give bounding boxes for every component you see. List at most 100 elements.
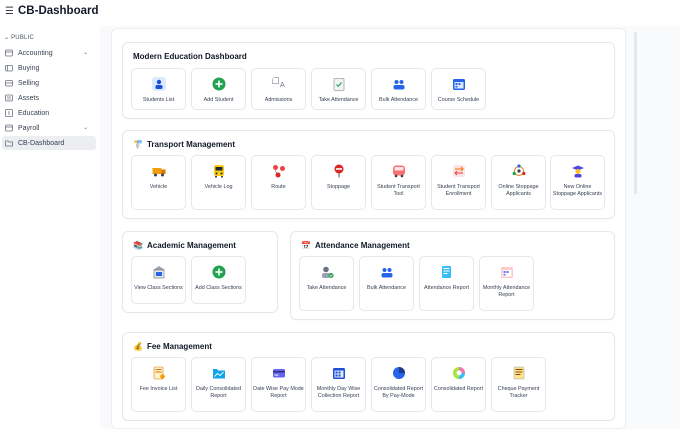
chevron-down-icon: ⌄ xyxy=(4,34,10,41)
section-title: Modern Education Dashboard xyxy=(133,52,247,61)
selling-icon xyxy=(5,80,13,87)
students-list-icon xyxy=(152,77,166,91)
tile-student-transport-tool[interactable]: Student Transport Tool xyxy=(371,155,426,210)
buying-icon xyxy=(5,65,13,72)
network-people-icon xyxy=(512,164,526,176)
tile-daily-consolidated-report[interactable]: Daily Consolidated Report xyxy=(191,357,246,412)
tile-add-student[interactable]: Add Student xyxy=(191,68,246,110)
sidebar-item-label: Assets xyxy=(18,94,40,102)
monthly-calendar-icon xyxy=(501,267,513,278)
tile-view-class-sections[interactable]: View Class Sections xyxy=(131,256,186,304)
sidebar-item-label: Education xyxy=(18,109,50,117)
tile-monthly-day-wise-collection-report[interactable]: Monthly Day Wise Collection Report xyxy=(311,357,366,412)
tile-label: Take Attendance xyxy=(306,285,347,291)
classroom-icon xyxy=(153,266,165,279)
tile-monthly-attendance-report[interactable]: Monthly Attendance Report xyxy=(479,256,534,311)
calendar-emoji-icon: 📅 xyxy=(301,241,311,250)
pie-chart-icon xyxy=(393,367,405,379)
tile-take-attendance[interactable]: Take Attendance xyxy=(311,68,366,110)
cheque-icon xyxy=(513,366,525,380)
tile-consolidated-report-by-pay-mode[interactable]: Consolidated Report By Pay-Mode xyxy=(371,357,426,412)
tile-label: Route xyxy=(271,184,286,190)
clipboard-check-icon xyxy=(333,78,345,91)
calendar-icon xyxy=(453,79,465,90)
tile-label: Monthly Day Wise Collection Report xyxy=(316,386,361,399)
group-icon xyxy=(393,80,405,90)
tile-label: Vehicle Log xyxy=(204,184,233,190)
tile-label: Fee Invoice List xyxy=(139,386,178,392)
scrollbar[interactable] xyxy=(634,32,637,194)
hamburger-icon[interactable]: ☰ xyxy=(5,6,14,17)
accounting-icon xyxy=(5,49,13,57)
tile-label: Stoppage xyxy=(326,184,351,190)
tile-label: Vehicle xyxy=(149,184,168,190)
tile-date-wise-pay-mode-report[interactable]: Date Wise Pay Mode Report xyxy=(251,357,306,412)
chevron-down-icon: ⌄ xyxy=(82,124,88,131)
tile-label: Daily Consolidated Report xyxy=(196,386,241,399)
tile-label: Students List xyxy=(142,97,175,103)
sidebar: ⌄ PUBLIC Accounting ⌄ Buying Selling Ass… xyxy=(0,26,100,429)
report-icon xyxy=(442,266,451,278)
tile-cheque-payment-tracker[interactable]: Cheque Payment Tracker xyxy=(491,357,546,412)
tile-label: Add Class Sections xyxy=(195,285,242,291)
route-icon xyxy=(273,165,285,178)
sidebar-item-label: Accounting xyxy=(18,49,53,57)
tile-label: Bulk Attendance xyxy=(367,285,406,291)
tile-label: Date Wise Pay Mode Report xyxy=(253,386,304,399)
assets-icon xyxy=(5,94,13,102)
tile-label: Student Transport Tool xyxy=(377,184,420,197)
sidebar-item-selling[interactable]: Selling xyxy=(2,76,96,90)
donut-chart-icon xyxy=(453,367,465,379)
fee-management-card: 💰 Fee Management Fee Invoice List Daily C… xyxy=(122,332,615,421)
education-icon xyxy=(5,109,13,117)
tile-vehicle-log[interactable]: Vehicle Log xyxy=(191,155,246,210)
tile-bulk-attendance-2[interactable]: Bulk Attendance xyxy=(359,256,414,311)
sidebar-item-buying[interactable]: Buying xyxy=(2,61,96,75)
user-check-icon xyxy=(322,266,334,278)
broken-image-icon: A xyxy=(272,77,285,89)
tile-online-stoppage-applicants[interactable]: Online Stoppage Applicants xyxy=(491,155,546,210)
sidebar-item-label: Payroll xyxy=(18,124,40,132)
folder-icon xyxy=(5,140,13,147)
enrollment-icon xyxy=(453,165,465,177)
tile-label: Cheque Payment Tracker xyxy=(497,386,540,399)
tile-label: New Online Stoppage Applicants xyxy=(552,184,603,197)
tile-admissions[interactable]: A Admissions xyxy=(251,68,306,110)
tile-take-attendance-2[interactable]: Take Attendance xyxy=(299,256,354,311)
tile-students-list[interactable]: Students List xyxy=(131,68,186,110)
tile-add-class-sections[interactable]: Add Class Sections xyxy=(191,256,246,304)
tile-consolidated-report[interactable]: Consolidated Report xyxy=(431,357,486,412)
sidebar-item-assets[interactable]: Assets xyxy=(2,91,96,105)
tile-label: Online Stoppage Applicants xyxy=(498,184,539,197)
attendance-management-card: 📅 Attendance Management Take Attendance B… xyxy=(290,231,615,320)
modern-education-card: Modern Education Dashboard Students List… xyxy=(122,42,615,119)
bus-icon xyxy=(214,165,224,178)
stop-sign-icon xyxy=(334,164,344,178)
tile-route[interactable]: Route xyxy=(251,155,306,210)
chevron-down-icon: ⌄ xyxy=(82,49,88,56)
tile-fee-invoice-list[interactable]: Fee Invoice List xyxy=(131,357,186,412)
tile-attendance-report[interactable]: Attendance Report xyxy=(419,256,474,311)
sidebar-item-cb-dashboard[interactable]: CB-Dashboard xyxy=(2,136,96,150)
books-icon: 📚 xyxy=(133,241,143,250)
tile-label: Consolidated Report xyxy=(433,386,484,392)
tile-bulk-attendance[interactable]: Bulk Attendance xyxy=(371,68,426,110)
section-title: 💰 Fee Management xyxy=(133,342,212,351)
sidebar-item-education[interactable]: Education xyxy=(2,106,96,120)
tile-vehicle[interactable]: Vehicle xyxy=(131,155,186,210)
sidebar-section-header[interactable]: ⌄ PUBLIC xyxy=(4,34,34,41)
tile-new-online-stoppage-applicants[interactable]: New Online Stoppage Applicants xyxy=(550,155,605,210)
sidebar-item-payroll[interactable]: Payroll ⌄ xyxy=(2,121,96,135)
credit-card-icon xyxy=(273,369,285,378)
tile-label: Consolidated Report By Pay-Mode xyxy=(373,386,424,399)
section-title: 🚏 Transport Management xyxy=(133,140,235,149)
broken-image-text: A xyxy=(280,82,285,89)
tile-label: Take Attendance xyxy=(318,97,359,103)
tile-label: View Class Sections xyxy=(134,285,183,291)
group-icon xyxy=(381,268,393,278)
tile-course-schedule[interactable]: Course Schedule xyxy=(431,68,486,110)
sidebar-item-accounting[interactable]: Accounting ⌄ xyxy=(2,46,96,60)
top-bar: ☰ CB-Dashboard xyxy=(0,0,680,26)
tile-student-transport-enrollment[interactable]: Student Transport Enrollment xyxy=(431,155,486,210)
tile-stoppage[interactable]: Stoppage xyxy=(311,155,366,210)
